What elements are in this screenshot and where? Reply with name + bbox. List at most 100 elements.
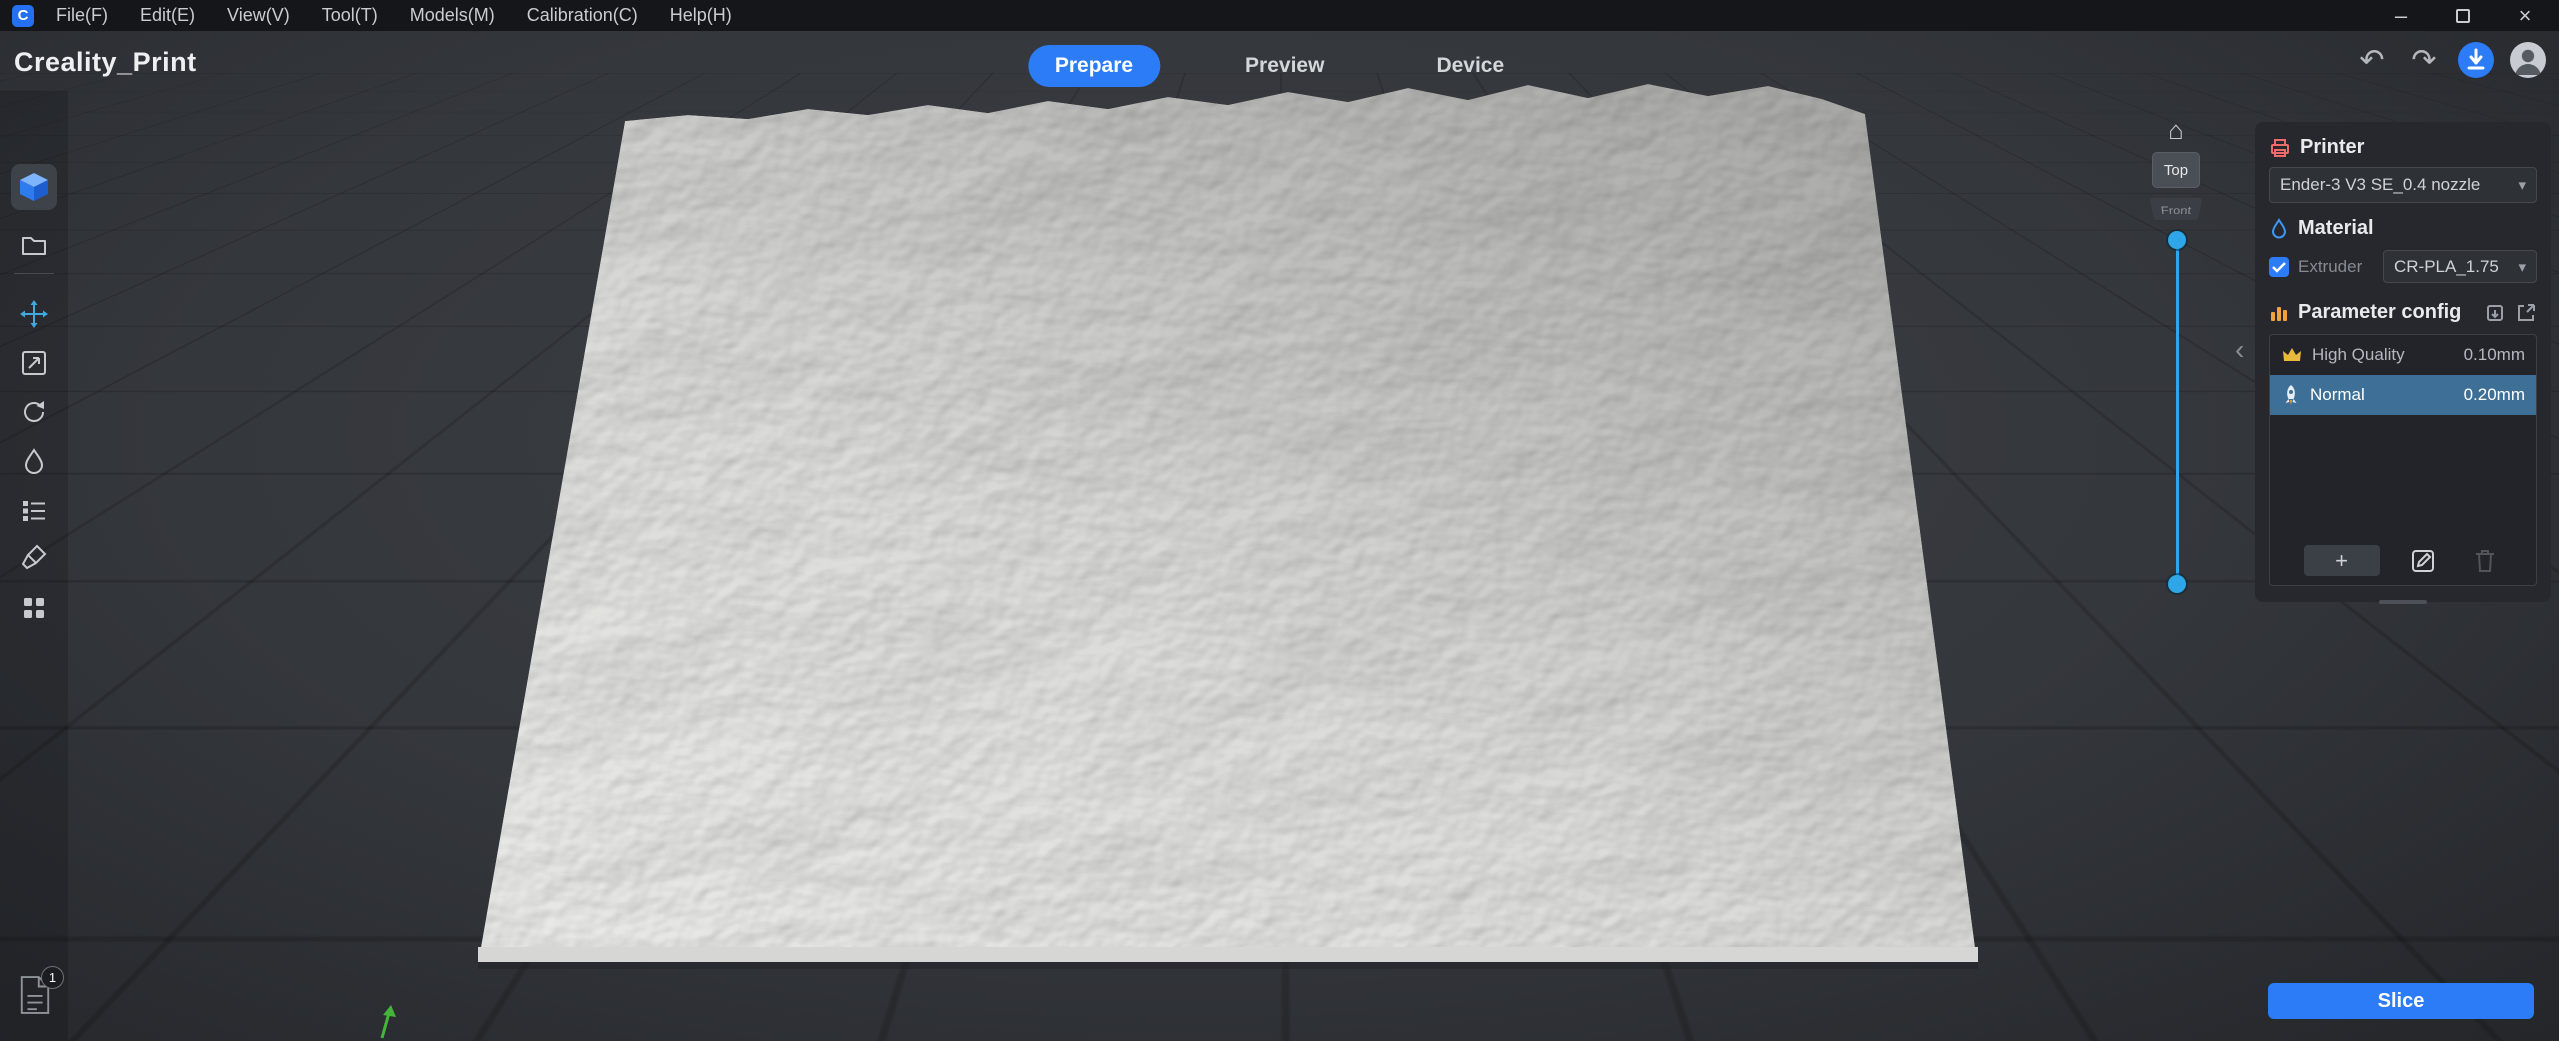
top-actions: ↶ ↷ [2353,41,2547,79]
edit-profile-button[interactable] [2405,545,2441,576]
maximize-button[interactable] [2451,4,2475,28]
chevron-down-icon: ▾ [2518,258,2526,276]
check-icon [2272,261,2286,273]
apps-grid-icon [24,598,44,618]
profile-layer-height: 0.20mm [2463,385,2525,404]
panel-resize-handle[interactable] [2379,600,2427,604]
minimize-button[interactable]: – [2389,3,2413,28]
scale-icon [22,351,46,375]
menu-calibration[interactable]: Calibration(C) [527,5,638,26]
profile-layer-height: 0.10mm [2463,345,2525,364]
tab-device[interactable]: Device [1409,45,1531,87]
move-icon [20,300,48,328]
printer-select-value: Ender-3 V3 SE_0.4 nozzle [2280,175,2481,194]
model-library-tool[interactable] [11,585,57,631]
delete-profile-button[interactable] [2467,545,2503,576]
paint-brush-icon [21,544,47,570]
mode-tabs: Prepare Preview Device [1027,45,1531,87]
edit-icon [2412,549,2434,572]
viewcube-front-face[interactable]: Front [2149,197,2203,221]
profile-high-quality[interactable]: High Quality 0.10mm [2270,335,2536,375]
account-avatar[interactable] [2509,41,2547,79]
droplet-icon [24,448,44,474]
slider-handle-bottom[interactable] [2168,575,2186,593]
app-window: C File(F) Edit(E) View(V) Tool(T) Models… [0,0,2559,1041]
add-profile-button[interactable]: + [2303,545,2380,576]
profile-name: Normal [2310,385,2365,404]
panel-collapse-icon[interactable]: ‹ [2235,334,2244,366]
material-section-header: Material [2269,217,2537,240]
menu-file[interactable]: File(F) [56,5,108,26]
rotate-icon [24,401,44,422]
printer-section-title: Printer [2300,136,2365,158]
material-icon [2271,217,2287,238]
object-list-tool[interactable] [11,487,57,533]
cube-icon [20,173,48,201]
viewcube-top-face[interactable]: Top [2152,152,2200,188]
maximize-icon [2456,8,2470,23]
tab-preview[interactable]: Preview [1218,45,1351,87]
avatar-icon [2510,42,2546,78]
extruder-checkbox[interactable] [2269,256,2289,277]
viewcube-top-label: Top [2163,161,2189,179]
profile-list: High Quality 0.10mm Normal 0.20mm + [2269,334,2537,586]
menu-view[interactable]: View(V) [227,5,290,26]
menu-items: File(F) Edit(E) View(V) Tool(T) Models(M… [56,5,732,26]
menu-models[interactable]: Models(M) [410,5,495,26]
crown-icon [2283,348,2301,361]
material-select[interactable]: CR-PLA_1.75 ▾ [2383,250,2537,283]
redo-icon[interactable]: ↷ [2405,41,2443,79]
message-doc[interactable]: 1 [18,966,64,1020]
material-select-value: CR-PLA_1.75 [2394,256,2499,276]
logo-letter: C [17,7,29,24]
left-toolbar [0,91,68,1041]
clip-slider[interactable] [2167,231,2187,593]
printer-section-header: Printer [2269,136,2537,159]
chevron-down-icon: ▾ [2518,177,2526,194]
menu-bar: C File(F) Edit(E) View(V) Tool(T) Models… [0,0,2559,31]
profile-actions: + [2270,536,2536,585]
menu-edit[interactable]: Edit(E) [140,5,195,26]
creality-logo-icon: C [12,4,34,27]
profile-normal[interactable]: Normal 0.20mm [2270,375,2536,415]
undo-icon[interactable]: ↶ [2353,41,2391,79]
slider-handle-top[interactable] [2168,231,2186,249]
profile-name: High Quality [2312,345,2405,364]
view-navigator: ⌂ Top Front [2149,117,2203,223]
window-controls: – × [2389,3,2547,28]
rotate-tool[interactable] [11,389,57,435]
prepare-cube-tool[interactable] [11,164,57,210]
object-list-icon [23,501,45,521]
import-export-icon[interactable] [2484,302,2506,324]
support-tool[interactable] [11,438,57,484]
extruder-label: Extruder [2298,256,2363,276]
trash-icon [2475,549,2494,572]
slice-button[interactable]: Slice [2268,983,2534,1019]
open-external-icon[interactable] [2515,302,2537,324]
axis-gizmo [380,1005,396,1039]
parameter-section-title: Parameter config [2298,301,2462,323]
open-file-tool[interactable] [11,222,57,268]
support-paint-tool[interactable] [11,534,57,580]
home-view-icon[interactable]: ⌂ [2168,117,2184,143]
scale-tool[interactable] [11,340,57,386]
viewcube-front-label: Front [2159,203,2193,217]
rocket-icon [2285,385,2297,405]
printer-select[interactable]: Ender-3 V3 SE_0.4 nozzle ▾ [2269,167,2537,203]
toolbar-divider [14,273,54,274]
project-title: Creality_Print [14,47,197,77]
move-tool[interactable] [11,291,57,337]
settings-panel: ‹ Printer Ender-3 V3 SE_0.4 nozzle ▾ Mat… [2235,122,2551,604]
menu-tool[interactable]: Tool(T) [322,5,378,26]
slider-track[interactable] [2175,240,2179,584]
tab-prepare[interactable]: Prepare [1027,45,1161,87]
parameter-icon [2271,306,2287,321]
download-glyph [2458,42,2494,78]
close-button[interactable]: × [2513,3,2537,28]
menu-help[interactable]: Help(H) [670,5,732,26]
printer-icon [2271,138,2289,157]
material-section-title: Material [2298,217,2374,239]
notification-badge: 1 [41,966,64,989]
download-icon[interactable] [2457,41,2495,79]
viewport[interactable]: Creality_Print Prepare Preview Device ↶ … [0,31,2559,1041]
